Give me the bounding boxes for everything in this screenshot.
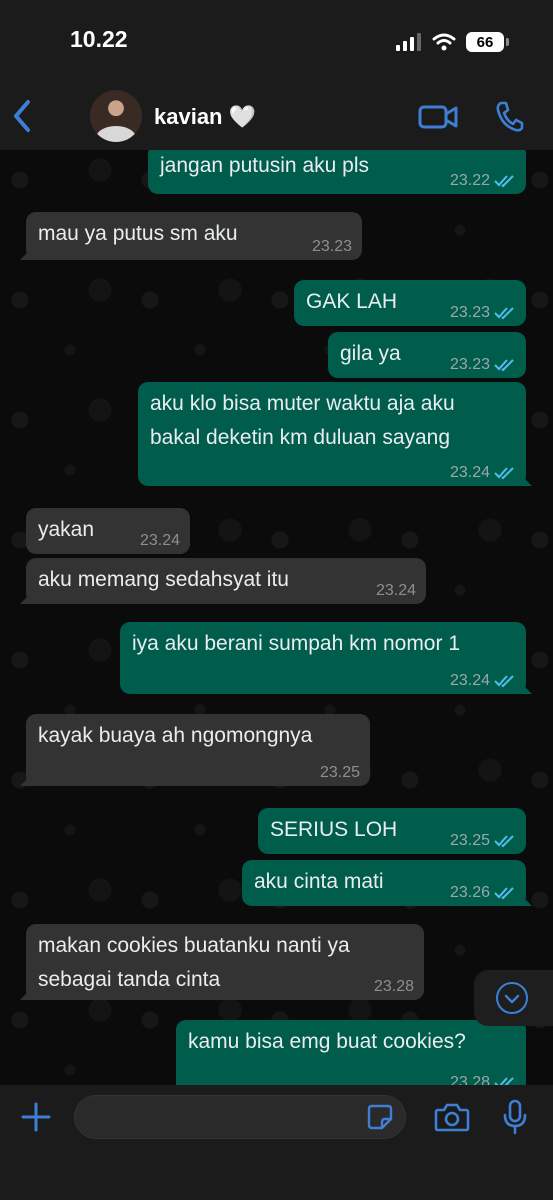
status-bar: 10.22 66 [0, 0, 553, 84]
message-bubble-outgoing[interactable]: aku cinta mati 23.26 [242, 860, 526, 906]
message-text: mau ya putus sm aku [38, 222, 238, 245]
message-time: 23.23 [449, 356, 490, 373]
message-bubble-outgoing[interactable]: jangan putusin aku pls 23.22 [148, 150, 526, 194]
read-ticks-icon [494, 835, 514, 848]
message-bubble-incoming[interactable]: aku memang sedahsyat itu 23.24 [26, 558, 426, 604]
message-time: 23.24 [139, 532, 180, 549]
message-time: 23.25 [449, 832, 490, 849]
message-text: kayak buaya ah ngomongnya [38, 724, 313, 747]
read-ticks-icon [494, 307, 514, 320]
message-bubble-incoming[interactable]: mau ya putus sm aku 23.23 [26, 212, 362, 260]
message-text: iya aku berani sumpah km nomor 1 [132, 632, 460, 655]
message-bubble-outgoing[interactable]: iya aku berani sumpah km nomor 1 23.24 [120, 622, 526, 694]
message-time: 23.23 [311, 238, 352, 255]
sticker-icon[interactable] [366, 1103, 394, 1131]
status-time: 10.22 [70, 26, 128, 52]
read-ticks-icon [494, 359, 514, 372]
message-bubble-outgoing[interactable]: GAK LAH 23.23 [294, 280, 526, 326]
message-time: 23.28 [373, 978, 414, 995]
wifi-icon [432, 33, 456, 51]
chat-area[interactable]: jangan putusin aku pls 23.22 mau ya putu… [0, 150, 553, 1085]
message-time: 23.25 [319, 764, 360, 781]
message-time: 23.24 [375, 582, 416, 599]
phone-icon[interactable] [494, 100, 524, 132]
chat-header: kavian 🤍 [0, 84, 553, 151]
battery-tip [506, 38, 509, 46]
message-text: makan cookies buatanku nanti ya sebagai … [38, 934, 350, 991]
signal-icon [396, 33, 421, 51]
message-bubble-outgoing[interactable]: aku klo bisa muter waktu aja aku bakal d… [138, 382, 526, 486]
message-time: 23.22 [449, 172, 490, 189]
avatar[interactable] [90, 90, 142, 142]
message-bubble-outgoing[interactable]: SERIUS LOH 23.25 [258, 808, 526, 854]
battery-indicator: 66 [466, 32, 504, 52]
message-bubble-outgoing[interactable]: gila ya 23.23 [328, 332, 526, 378]
message-text: kamu bisa emg buat cookies? [188, 1030, 466, 1053]
message-time: 23.23 [449, 304, 490, 321]
message-bubble-outgoing[interactable]: kamu bisa emg buat cookies? 23.28 [176, 1020, 526, 1085]
message-input[interactable] [74, 1095, 406, 1139]
contact-name[interactable]: kavian 🤍 [154, 104, 256, 130]
back-icon[interactable] [8, 94, 38, 138]
message-bubble-incoming[interactable]: yakan 23.24 [26, 508, 190, 554]
video-call-icon[interactable] [418, 102, 458, 132]
composer-bar [0, 1085, 553, 1200]
plus-icon[interactable] [20, 1101, 52, 1133]
read-ticks-icon [494, 675, 514, 688]
read-ticks-icon [494, 1077, 514, 1085]
scroll-to-bottom-button[interactable] [474, 970, 553, 1026]
message-time: 23.24 [449, 672, 490, 689]
message-time: 23.26 [449, 884, 490, 901]
read-ticks-icon [494, 467, 514, 480]
message-bubble-incoming[interactable]: kayak buaya ah ngomongnya 23.25 [26, 714, 370, 786]
microphone-icon[interactable] [502, 1099, 528, 1135]
message-time: 23.24 [449, 464, 490, 481]
message-bubble-incoming[interactable]: makan cookies buatanku nanti ya sebagai … [26, 924, 424, 1000]
read-ticks-icon [494, 887, 514, 900]
camera-icon[interactable] [434, 1101, 470, 1133]
message-text: aku memang sedahsyat itu [38, 568, 289, 591]
read-ticks-icon [494, 175, 514, 188]
message-text: aku klo bisa muter waktu aja aku bakal d… [150, 392, 455, 449]
status-icons: 66 [396, 30, 509, 54]
message-time: 23.28 [449, 1074, 490, 1085]
chevron-down-icon [496, 982, 528, 1014]
